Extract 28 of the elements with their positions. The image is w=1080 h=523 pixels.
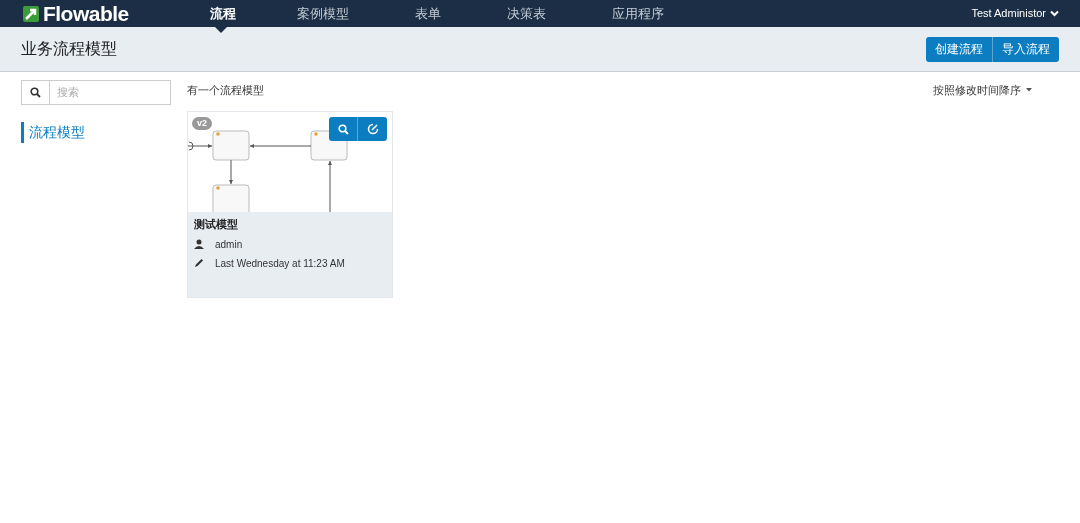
sort-dropdown[interactable]: 按照修改时间降序 [933, 81, 1032, 99]
model-name: 测试模型 [194, 217, 239, 232]
edit-button[interactable] [358, 117, 387, 141]
version-badge: v2 [192, 117, 212, 130]
user-icon [194, 239, 204, 249]
search-icon [30, 87, 41, 98]
header-button[interactable]: 导入流程 [993, 36, 1059, 62]
nav-tab[interactable]: 表单 [402, 0, 454, 27]
nav-tab[interactable]: 流程 [197, 0, 249, 27]
model-card[interactable]: v2 测试模型 admin Last Wednesday at 11:23 AM [187, 111, 393, 298]
model-count-text: 有一个流程模型 [187, 82, 264, 98]
nav-tab[interactable]: 决策表 [494, 0, 559, 27]
nav-tab[interactable]: 案例模型 [284, 0, 362, 27]
caret-icon [1026, 88, 1032, 92]
nav-tab[interactable]: 应用程序 [599, 0, 677, 27]
modified-text: Last Wednesday at 11:23 AM [215, 256, 345, 271]
page-title: 业务流程模型 [21, 39, 117, 59]
chevron-down-icon [1050, 10, 1059, 17]
edit-icon [366, 123, 379, 135]
owner-text: admin [215, 237, 243, 252]
pencil-icon [194, 258, 204, 268]
logo-icon [22, 4, 40, 23]
preview-button[interactable] [329, 117, 358, 141]
search-field[interactable]: 搜索 [50, 80, 171, 105]
header-button[interactable]: 创建流程 [926, 36, 993, 62]
search-icon [337, 123, 349, 135]
user-menu[interactable]: Test Administor [971, 5, 1059, 22]
logo-text: Flowable [43, 3, 129, 24]
